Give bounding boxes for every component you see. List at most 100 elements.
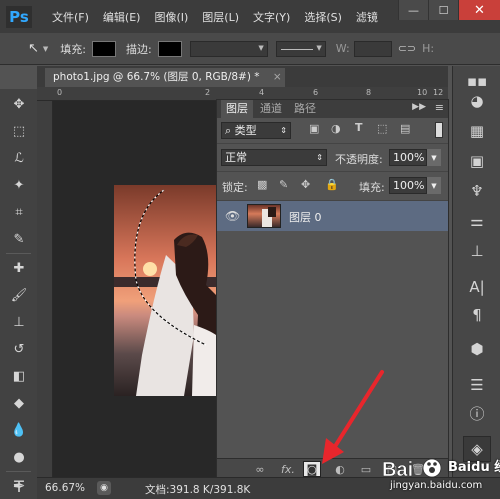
thumbnail-hair (268, 207, 276, 217)
layer-name: 图层 0 (289, 211, 322, 224)
color-panel-icon[interactable]: ◕ (463, 88, 491, 114)
ruler-label: 2 (205, 88, 211, 97)
filter-kind-dropdown[interactable]: ⌕ 类型 ⇕ (221, 122, 291, 139)
menu-bar: Ps 文件(F) 编辑(E) 图像(I) 图层(L) 文字(Y) 选择(S) 滤… (0, 0, 500, 33)
toolbox-divider (6, 253, 31, 254)
healing-brush-tool-icon[interactable]: ✚ (8, 257, 30, 279)
menu-filter[interactable]: 滤镜 (356, 9, 378, 25)
width-field[interactable] (353, 40, 392, 57)
lock-position-icon[interactable]: ✥ (301, 178, 310, 191)
document-tab-title: photo1.jpg @ 66.7% (图层 0, RGB/8#) * (53, 71, 260, 83)
3d-panel-icon[interactable]: ⬢ (463, 336, 491, 362)
menu-type[interactable]: 文字(Y) (253, 9, 290, 25)
fill-dropdown-icon[interactable]: ▼ (427, 177, 441, 194)
ruler-label: 4 (259, 88, 265, 97)
adjustments-panel-icon[interactable]: ⚌ (463, 208, 491, 234)
layer-row[interactable]: 👁 图层 0 (217, 201, 448, 231)
fill-label: 填充: (60, 42, 87, 56)
opacity-dropdown-icon[interactable]: ▼ (427, 149, 441, 166)
blend-row: 正常 ⇕ 不透明度: 100% ▼ (217, 144, 448, 172)
toolbox: ✥ ⬚ ℒ ✦ ⌗ ✎ ✚ 🖌 ⊥ ↺ ◧ ◆ 💧 ● ✒ (0, 89, 37, 499)
clone-source-icon[interactable]: ⊥ (463, 238, 491, 264)
menu-file[interactable]: 文件(F) (52, 9, 89, 25)
minimize-button[interactable]: — (398, 0, 428, 20)
info-panel-icon[interactable]: ⓘ (463, 400, 491, 426)
link-icon[interactable]: ⊂⊃ (398, 42, 416, 55)
filter-adjustment-icon[interactable]: ◑ (331, 122, 341, 135)
wedding-photo (114, 185, 216, 396)
filter-toggle-icon[interactable] (435, 122, 443, 138)
stroke-swatch[interactable] (157, 40, 182, 57)
history-brush-tool-icon[interactable]: ↺ (8, 338, 30, 360)
photoshop-logo: Ps (6, 5, 32, 28)
lock-image-icon[interactable]: ✎ (279, 178, 288, 191)
filter-shape-icon[interactable]: ⬚ (377, 122, 387, 135)
menu-image[interactable]: 图像(I) (154, 9, 188, 25)
options-bar: ↖ ▼ 填充: 描边: W: ⊂⊃ H: (0, 33, 500, 65)
dodge-tool-icon[interactable]: ● (8, 446, 30, 468)
maximize-button[interactable]: ☐ (428, 0, 458, 20)
paint-bucket-tool-icon[interactable]: ◆ (8, 392, 30, 414)
visibility-eye-icon[interactable]: 👁 (225, 209, 240, 223)
panel-menu-icon[interactable]: ≡ (435, 101, 444, 114)
blend-mode-dropdown[interactable]: 正常 ⇕ (221, 149, 327, 166)
tab-channels[interactable]: 通道 (255, 100, 287, 118)
filter-pixel-icon[interactable]: ▣ (309, 122, 319, 135)
menu-edit[interactable]: 编辑(E) (103, 9, 141, 25)
marquee-tool-icon[interactable]: ⬚ (8, 120, 30, 142)
eyedropper-tool-icon[interactable]: ✎ (8, 228, 30, 250)
eraser-tool-icon[interactable]: ◧ (8, 365, 30, 387)
close-button[interactable]: ✕ (458, 0, 500, 20)
tab-paths[interactable]: 路径 (289, 100, 321, 118)
watermark-brand: Baidu 经验 (448, 460, 500, 475)
menu-layer[interactable]: 图层(L) (202, 9, 239, 25)
filter-kind-value: 类型 (234, 124, 257, 137)
link-layers-icon[interactable]: ∞ (251, 461, 269, 477)
lasso-tool-icon[interactable]: ℒ (8, 147, 30, 169)
tab-close-icon[interactable]: × (273, 71, 282, 83)
move-tool-icon[interactable]: ✥ (8, 93, 30, 115)
swatches-panel-icon[interactable]: ▦ (463, 118, 491, 144)
crop-tool-icon[interactable]: ⌗ (8, 201, 30, 223)
opacity-label: 不透明度: (335, 153, 383, 166)
height-label: H: (422, 42, 435, 55)
tool-preset-icon[interactable]: ↖ (28, 41, 39, 56)
window-controls: — ☐ ✕ (398, 0, 500, 20)
ruler-label: 8 (366, 88, 372, 97)
collapse-panel-icon[interactable]: ▶▶ (412, 102, 426, 112)
filter-smart-object-icon[interactable]: ▤ (400, 122, 410, 135)
clone-stamp-tool-icon[interactable]: ⊥ (8, 311, 30, 333)
fill-field[interactable]: 100% (389, 177, 427, 194)
fx-icon[interactable]: fx. (279, 461, 297, 477)
blur-tool-icon[interactable]: 💧 (8, 419, 30, 441)
chevron-icon: ⇕ (280, 126, 287, 135)
status-info-icon[interactable]: ◉ (97, 481, 111, 495)
filter-type-icon[interactable]: T (355, 121, 363, 134)
actions-panel-icon[interactable]: ☰ (463, 372, 491, 398)
paragraph-panel-icon[interactable]: ¶ (463, 302, 491, 328)
lock-transparent-icon[interactable]: ▩ (257, 178, 267, 191)
baidu-watermark: Bai Baidu 经验 jingyan.baidu.com (380, 450, 500, 496)
document-tab[interactable]: photo1.jpg @ 66.7% (图层 0, RGB/8#) * × (45, 68, 285, 87)
lock-row: 锁定: ▩ ✎ ✥ 🔒 填充: 100% ▼ (217, 172, 448, 201)
menu-select[interactable]: 选择(S) (304, 9, 342, 25)
brush-panel-icon[interactable]: ♆ (463, 178, 491, 204)
tool-preset-dropdown-icon[interactable]: ▼ (43, 45, 48, 53)
opacity-field[interactable]: 100% (389, 149, 427, 166)
zoom-level[interactable]: 66.67% (45, 482, 85, 494)
tab-layers[interactable]: 图层 (221, 100, 253, 118)
styles-panel-icon[interactable]: ▣ (463, 148, 491, 174)
blend-mode-value: 正常 (225, 151, 247, 164)
stroke-width-dropdown[interactable] (189, 40, 268, 57)
magic-wand-tool-icon[interactable]: ✦ (8, 174, 30, 196)
toolbox-divider (6, 471, 31, 472)
stroke-style-dropdown[interactable] (275, 40, 326, 57)
layer-thumbnail (247, 204, 281, 228)
type-tool-icon[interactable]: T (8, 475, 30, 497)
lock-all-icon[interactable]: 🔒 (325, 178, 339, 191)
brush-tool-icon[interactable]: 🖌 (8, 284, 30, 306)
stroke-style-line (280, 48, 313, 50)
photo-canvas[interactable] (114, 185, 216, 396)
character-panel-icon[interactable]: A| (463, 274, 491, 300)
fill-swatch[interactable] (92, 40, 117, 57)
